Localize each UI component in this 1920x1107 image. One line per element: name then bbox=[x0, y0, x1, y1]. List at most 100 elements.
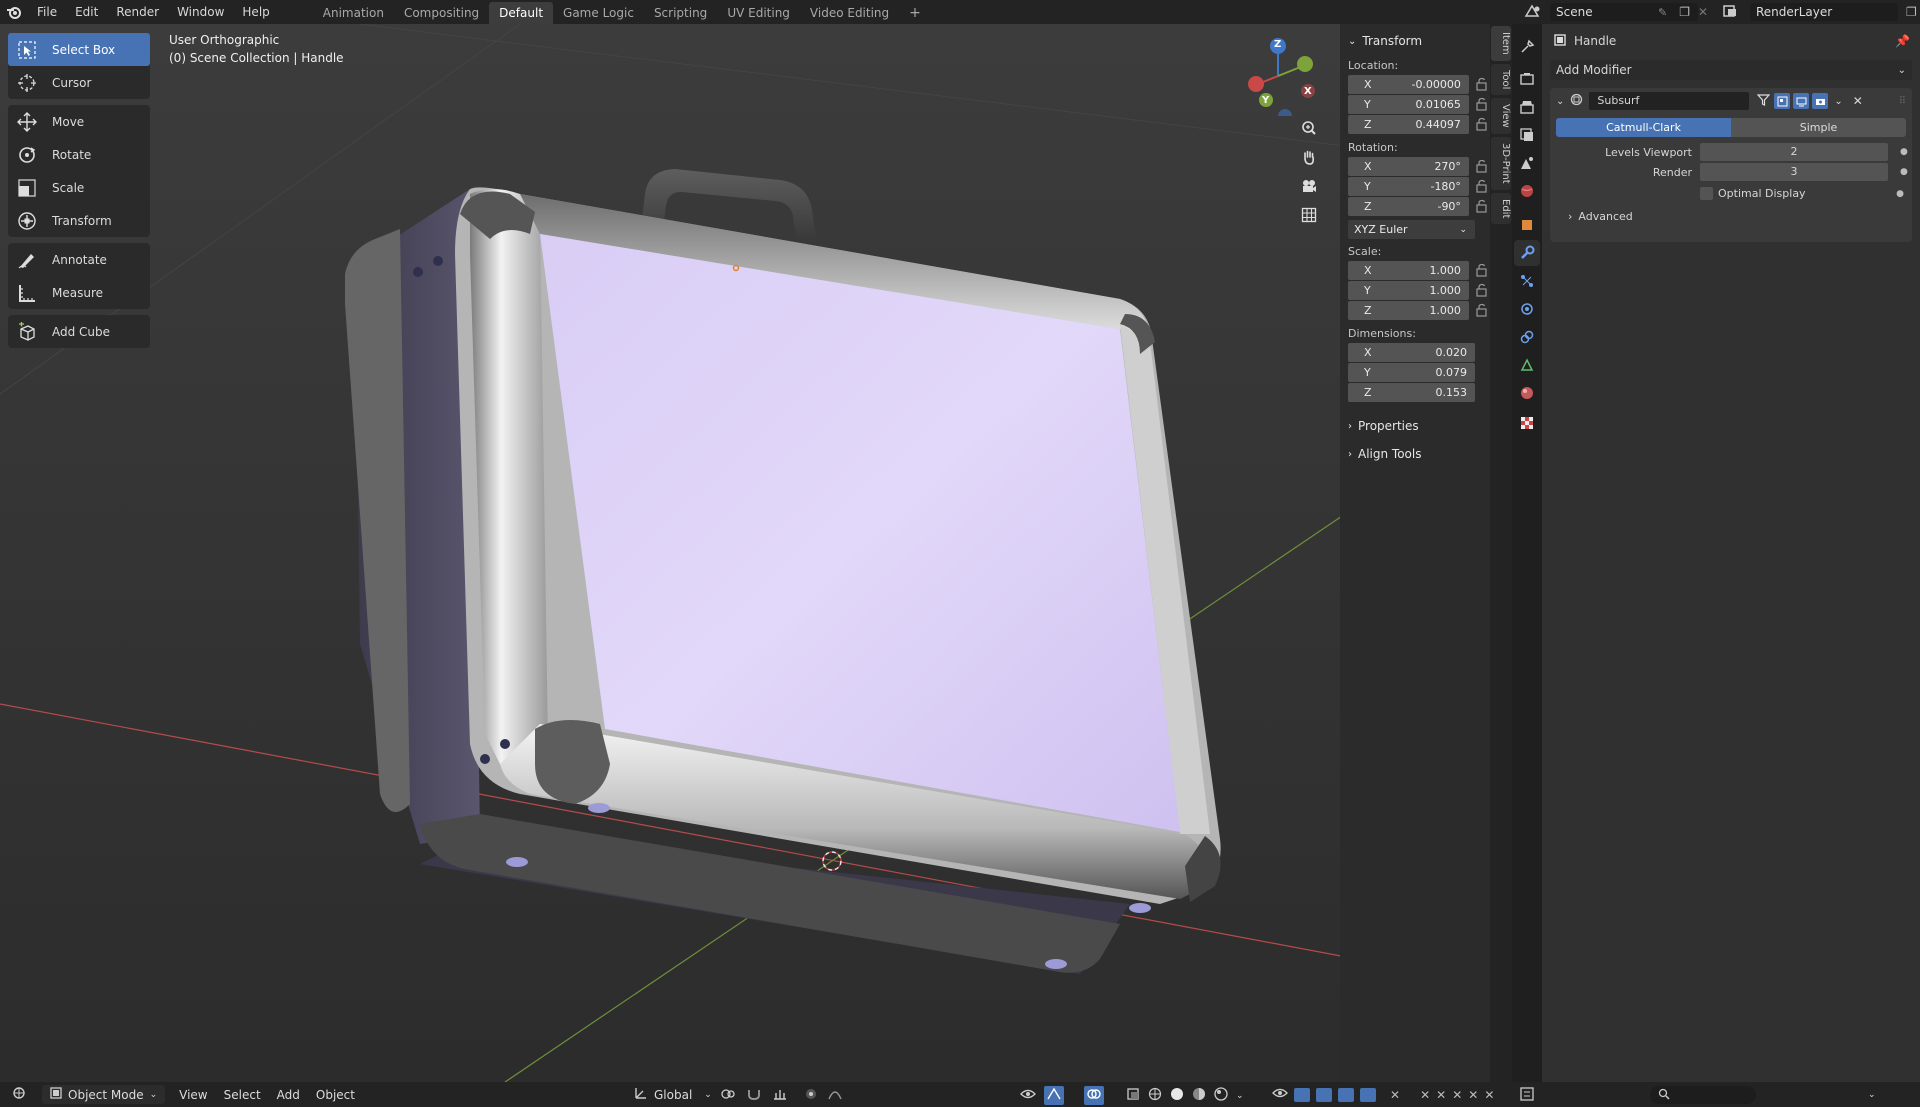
data-properties-icon[interactable] bbox=[1514, 352, 1540, 378]
add-modifier-dropdown[interactable]: Add Modifier ⌄ bbox=[1550, 60, 1912, 80]
edit-mode-icon[interactable] bbox=[1774, 93, 1791, 109]
tool-rotate[interactable]: Rotate bbox=[8, 138, 150, 171]
close-icon[interactable]: ✕ bbox=[1853, 94, 1863, 108]
layer-toggle-icon[interactable] bbox=[1360, 1087, 1376, 1102]
mode-dropdown[interactable]: Object Mode ⌄ bbox=[42, 1085, 166, 1104]
chevron-down-icon[interactable]: ⌄ bbox=[1834, 96, 1842, 107]
menu-select[interactable]: Select bbox=[216, 1088, 269, 1102]
dimensions-z-field[interactable]: Z 0.153 bbox=[1348, 383, 1475, 402]
tool-cursor[interactable]: Cursor bbox=[8, 66, 150, 99]
menu-window[interactable]: Window bbox=[168, 0, 233, 24]
layer-toggle-icon[interactable] bbox=[1338, 1087, 1354, 1102]
advanced-subpanel-header[interactable]: › Advanced bbox=[1550, 210, 1912, 223]
align-tools-panel-header[interactable]: › Align Tools bbox=[1340, 440, 1490, 468]
lock-icon[interactable] bbox=[1475, 97, 1490, 113]
rotation-mode-dropdown[interactable]: XYZ Euler ⌄ bbox=[1348, 220, 1475, 239]
pin-icon[interactable]: ✎ bbox=[1658, 6, 1667, 19]
tool-move[interactable]: Move bbox=[8, 105, 150, 138]
menu-add[interactable]: Add bbox=[269, 1088, 308, 1102]
zoom-icon[interactable] bbox=[1297, 116, 1321, 140]
properties-editor-type-icon[interactable] bbox=[1520, 1086, 1540, 1104]
tool-annotate[interactable]: Annotate bbox=[8, 243, 150, 276]
pin-icon[interactable]: 📌 bbox=[1895, 34, 1910, 48]
camera-view-icon[interactable] bbox=[1297, 174, 1321, 198]
material-shading-icon[interactable] bbox=[1192, 1087, 1206, 1104]
solid-shading-icon[interactable] bbox=[1170, 1087, 1184, 1104]
optimal-display-checkbox[interactable] bbox=[1700, 187, 1713, 200]
falloff-icon[interactable] bbox=[828, 1087, 842, 1104]
disabled-toggle-icon[interactable]: ✕ bbox=[1436, 1088, 1446, 1102]
wireframe-shading-icon[interactable] bbox=[1148, 1087, 1162, 1104]
lock-icon[interactable] bbox=[1475, 159, 1490, 175]
world-properties-icon[interactable] bbox=[1514, 178, 1540, 204]
disabled-toggle-icon[interactable]: ✕ bbox=[1452, 1088, 1462, 1102]
material-properties-icon[interactable] bbox=[1514, 380, 1540, 406]
render-camera-icon[interactable] bbox=[1812, 93, 1829, 109]
levels-viewport-field[interactable]: 2 bbox=[1700, 143, 1888, 161]
shading-options-chevron-icon[interactable]: ⌄ bbox=[1236, 1091, 1244, 1101]
disabled-toggle-icon[interactable]: ✕ bbox=[1468, 1088, 1478, 1102]
rendered-shading-icon[interactable] bbox=[1214, 1087, 1228, 1104]
properties-search-input[interactable] bbox=[1650, 1086, 1756, 1104]
workspace-tab-video-editing[interactable]: Video Editing bbox=[800, 2, 899, 24]
edit-cage-icon[interactable] bbox=[1757, 93, 1771, 109]
scene-name[interactable]: Scene bbox=[1556, 5, 1593, 19]
tab-edit[interactable]: Edit bbox=[1491, 192, 1511, 224]
layer-toggle-icon[interactable] bbox=[1316, 1087, 1332, 1102]
ortho-grid-icon[interactable] bbox=[1297, 203, 1321, 227]
viewport-display-icon[interactable] bbox=[1793, 93, 1810, 109]
tab-3d-print[interactable]: 3D-Print bbox=[1491, 136, 1511, 190]
visibility-selectability-icon[interactable] bbox=[1020, 1087, 1036, 1104]
overlays-toggle-icon[interactable] bbox=[1084, 1086, 1104, 1105]
menu-help[interactable]: Help bbox=[233, 0, 278, 24]
tab-view[interactable]: View bbox=[1491, 98, 1511, 134]
constraints-icon[interactable] bbox=[1514, 324, 1540, 350]
scene-selector[interactable]: Scene bbox=[1550, 3, 1698, 21]
keyframe-dot-icon[interactable]: ● bbox=[1896, 189, 1904, 199]
location-z-field[interactable]: Z 0.44097 bbox=[1348, 115, 1469, 134]
tool-select-box[interactable]: Select Box bbox=[8, 33, 150, 66]
lock-icon[interactable] bbox=[1475, 303, 1490, 319]
lock-icon[interactable] bbox=[1475, 117, 1490, 133]
scale-x-field[interactable]: X 1.000 bbox=[1348, 261, 1469, 280]
gizmo-y-label[interactable]: Y bbox=[1262, 95, 1269, 106]
menu-edit[interactable]: Edit bbox=[66, 0, 107, 24]
transform-orientation-dropdown[interactable]: Global ⌄ bbox=[634, 1086, 712, 1103]
lock-icon[interactable] bbox=[1475, 179, 1490, 195]
lock-icon[interactable] bbox=[1475, 199, 1490, 215]
chevron-down-icon[interactable]: ⌄ bbox=[1868, 1090, 1876, 1100]
keyframe-dot-icon[interactable]: ● bbox=[1900, 167, 1908, 177]
dimensions-x-field[interactable]: X 0.020 bbox=[1348, 343, 1475, 362]
location-x-field[interactable]: X -0.00000 bbox=[1348, 75, 1469, 94]
scene-properties-icon[interactable] bbox=[1514, 150, 1540, 176]
transform-panel-header[interactable]: ⌄ Transform bbox=[1340, 27, 1490, 55]
tool-transform[interactable]: Transform bbox=[8, 204, 150, 237]
render-layer-icon[interactable] bbox=[1722, 4, 1744, 21]
workspace-tab-game-logic[interactable]: Game Logic bbox=[553, 2, 644, 24]
lock-icon[interactable] bbox=[1475, 77, 1490, 93]
rotation-y-field[interactable]: Y -180° bbox=[1348, 177, 1469, 196]
disabled-toggle-icon[interactable]: ✕ bbox=[1484, 1088, 1494, 1102]
object-properties-icon[interactable] bbox=[1514, 212, 1540, 238]
new-layer-icon[interactable]: ❐ bbox=[1906, 5, 1917, 19]
render-layer-name[interactable]: RenderLayer bbox=[1756, 5, 1832, 19]
modifier-name-field[interactable]: Subsurf bbox=[1589, 92, 1750, 110]
tool-measure[interactable]: Measure bbox=[8, 276, 150, 309]
scale-z-field[interactable]: Z 1.000 bbox=[1348, 301, 1469, 320]
tool-scale[interactable]: Scale bbox=[8, 171, 150, 204]
gizmo-x-label[interactable]: X bbox=[1304, 86, 1312, 97]
lock-icon[interactable] bbox=[1475, 283, 1490, 299]
gizmo-z-label[interactable]: Z bbox=[1274, 39, 1281, 50]
workspace-tab-uv-editing[interactable]: UV Editing bbox=[717, 2, 800, 24]
tab-item[interactable]: Item bbox=[1491, 26, 1511, 61]
eye-icon[interactable] bbox=[1272, 1086, 1288, 1103]
xray-toggle-icon[interactable] bbox=[1126, 1087, 1140, 1104]
drag-handle-icon[interactable]: ⠿ bbox=[1899, 96, 1906, 107]
snap-icon[interactable] bbox=[746, 1087, 762, 1104]
output-properties-icon[interactable] bbox=[1514, 94, 1540, 120]
menu-view[interactable]: View bbox=[171, 1088, 215, 1102]
tab-tool[interactable]: Tool bbox=[1491, 63, 1511, 96]
chevron-down-icon[interactable]: ⌄ bbox=[1556, 96, 1564, 107]
location-y-field[interactable]: Y 0.01065 bbox=[1348, 95, 1469, 114]
catmull-clark-button[interactable]: Catmull-Clark bbox=[1556, 118, 1731, 137]
